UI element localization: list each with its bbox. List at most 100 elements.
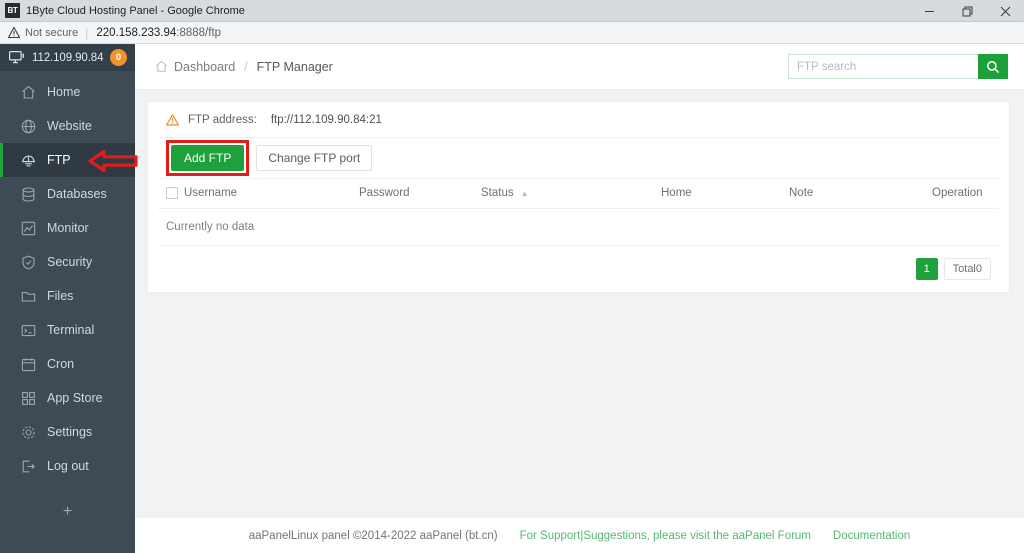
ftp-address-label: FTP address: — [188, 113, 257, 126]
sidebar-item-terminal[interactable]: Terminal — [0, 313, 135, 347]
column-status-label: Status — [481, 187, 514, 200]
window-controls — [910, 0, 1024, 22]
sort-ascending-icon[interactable]: ▲ — [521, 189, 529, 198]
minimize-icon[interactable] — [910, 0, 948, 22]
ftp-manager-card: FTP address: ftp://112.109.90.84:21 Add … — [147, 101, 1010, 294]
search-input[interactable] — [788, 54, 978, 79]
shield-icon — [20, 254, 36, 270]
restore-icon[interactable] — [948, 0, 986, 22]
sidebar-item-home[interactable]: Home — [0, 75, 135, 109]
content-area: FTP address: ftp://112.109.90.84:21 Add … — [135, 90, 1024, 294]
app-window: BT 1Byte Cloud Hosting Panel - Google Ch… — [0, 0, 1024, 553]
server-ip-label: 112.109.90.84 — [32, 51, 104, 64]
page-topbar: Dashboard / FTP Manager — [135, 44, 1024, 90]
close-icon[interactable] — [986, 0, 1024, 22]
sidebar-item-label: Home — [47, 85, 81, 99]
page-footer: aaPanelLinux panel ©2014-2022 aaPanel (b… — [135, 518, 1024, 553]
empty-state-text: Currently no data — [158, 208, 999, 247]
sidebar-item-label: Website — [47, 119, 92, 133]
column-username[interactable]: Username — [184, 177, 359, 210]
browser-titlebar: BT 1Byte Cloud Hosting Panel - Google Ch… — [0, 0, 1024, 22]
add-ftp-button[interactable]: Add FTP — [171, 145, 245, 171]
grid-icon — [20, 390, 36, 406]
sidebar-item-label: FTP — [47, 153, 71, 167]
column-home[interactable]: Home — [661, 177, 789, 210]
pagination: 1 Total0 — [158, 246, 999, 292]
sidebar-item-label: Files — [47, 289, 74, 303]
database-icon — [20, 186, 36, 202]
sidebar: 112.109.90.84 0 Home Website FTP Databas… — [0, 44, 135, 553]
breadcrumb-current: FTP Manager — [256, 59, 333, 74]
ftp-table-body: Currently no data — [158, 208, 999, 247]
column-password[interactable]: Password — [359, 177, 481, 210]
home-icon — [20, 84, 36, 100]
browser-tab-title: 1Byte Cloud Hosting Panel - Google Chrom… — [26, 4, 245, 17]
calendar-icon — [20, 356, 36, 372]
globe-icon — [20, 118, 36, 134]
not-secure-warning-icon — [8, 27, 20, 38]
change-ftp-port-button[interactable]: Change FTP port — [256, 145, 373, 171]
total-count-label: Total0 — [943, 258, 991, 281]
gear-icon — [20, 424, 36, 440]
column-status[interactable]: Status ▲ — [481, 177, 661, 210]
breadcrumb: Dashboard / FTP Manager — [155, 60, 788, 74]
home-icon — [155, 60, 168, 73]
ftp-icon — [20, 152, 36, 168]
sidebar-item-cron[interactable]: Cron — [0, 347, 135, 381]
sidebar-server-header[interactable]: 112.109.90.84 0 — [0, 44, 135, 71]
ftp-address-notice: FTP address: ftp://112.109.90.84:21 — [158, 102, 999, 138]
sidebar-item-website[interactable]: Website — [0, 109, 135, 143]
table-header-row: Username Password Status ▲ Home Note Oper… — [158, 177, 999, 210]
select-all-checkbox[interactable] — [166, 187, 178, 199]
address-url[interactable]: 220.158.233.94:8888/ftp — [96, 27, 221, 39]
ftp-address-value: ftp://112.109.90.84:21 — [270, 113, 382, 126]
ftp-toolbar: Add FTP Change FTP port — [158, 138, 999, 178]
sidebar-item-label: Monitor — [47, 221, 89, 235]
sidebar-item-label: Log out — [47, 459, 89, 473]
sidebar-item-label: Security — [47, 255, 93, 269]
sidebar-add-button[interactable]: + — [0, 497, 135, 527]
sidebar-item-app-store[interactable]: App Store — [0, 381, 135, 415]
sidebar-item-security[interactable]: Security — [0, 245, 135, 279]
breadcrumb-dashboard[interactable]: Dashboard — [174, 60, 235, 74]
sidebar-item-label: Databases — [47, 187, 107, 201]
select-all-cell — [158, 177, 184, 210]
main-content: Dashboard / FTP Manager FTP search FTP a… — [135, 44, 1024, 553]
sidebar-item-monitor[interactable]: Monitor — [0, 211, 135, 245]
browser-address-bar[interactable]: Not secure | 220.158.233.94:8888/ftp — [0, 22, 1024, 44]
sidebar-nav: Home Website FTP Databases Monitor Secur… — [0, 71, 135, 527]
chart-icon — [20, 220, 36, 236]
footer-documentation-link[interactable]: Documentation — [833, 530, 910, 542]
folder-icon — [20, 288, 36, 304]
sidebar-item-label: Terminal — [47, 323, 95, 337]
column-note[interactable]: Note — [789, 177, 932, 210]
tab-favicon: BT — [5, 3, 20, 18]
sidebar-item-log-out[interactable]: Log out — [0, 449, 135, 483]
search-icon[interactable] — [978, 54, 1008, 79]
empty-row: Currently no data — [158, 208, 999, 247]
breadcrumb-separator: / — [244, 59, 248, 74]
footer-copyright: aaPanelLinux panel ©2014-2022 aaPanel (b… — [248, 529, 498, 542]
address-divider: | — [85, 25, 89, 40]
notification-badge[interactable]: 0 — [110, 49, 127, 66]
sidebar-item-files[interactable]: Files — [0, 279, 135, 313]
logout-icon — [20, 458, 36, 474]
sidebar-item-label: App Store — [47, 391, 103, 405]
security-status-label: Not secure — [25, 26, 79, 39]
page-number-1[interactable]: 1 — [915, 258, 938, 281]
sidebar-item-label: Cron — [47, 357, 75, 371]
sidebar-item-settings[interactable]: Settings — [0, 415, 135, 449]
ftp-table-head: Username Password Status ▲ Home Note Oper… — [158, 177, 999, 210]
warning-triangle-icon — [166, 113, 179, 126]
sidebar-item-ftp[interactable]: FTP — [0, 143, 135, 177]
footer-support-link[interactable]: For Support|Suggestions, please visit th… — [520, 530, 811, 542]
ftp-table: Username Password Status ▲ Home Note Oper… — [158, 177, 999, 247]
monitor-icon — [9, 51, 25, 64]
terminal-icon — [20, 322, 36, 338]
column-operation: Operation — [932, 177, 999, 210]
search-area — [788, 54, 1008, 79]
sidebar-item-databases[interactable]: Databases — [0, 177, 135, 211]
url-host: 220.158.233.94 — [96, 26, 177, 39]
url-path: :8888/ftp — [176, 26, 222, 39]
sidebar-item-label: Settings — [47, 425, 93, 439]
